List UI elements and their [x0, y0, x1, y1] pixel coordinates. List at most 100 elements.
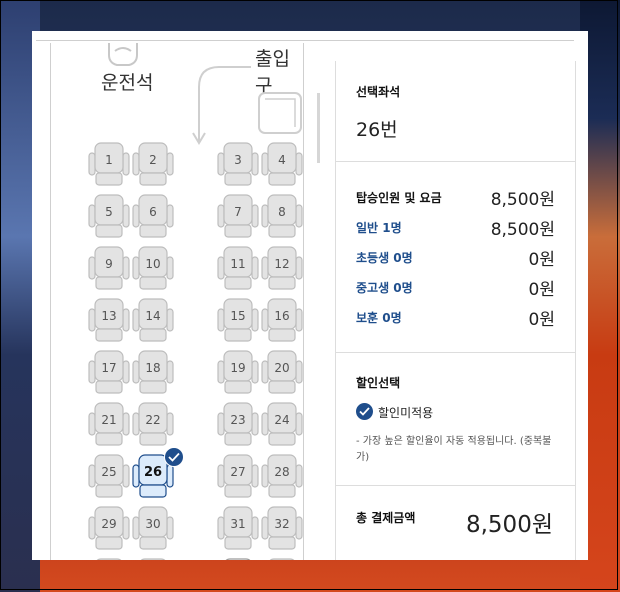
seat-5[interactable]: 5: [86, 193, 132, 239]
booking-summary: 선택좌석 26번 탑승인원 및 요금 8,500원 일반 1명 8,500원 초…: [335, 61, 576, 560]
seat-number: 13: [101, 309, 117, 323]
fare-total-row: 탑승인원 및 요금 8,500원: [356, 185, 555, 210]
discount-title: 할인선택: [356, 376, 401, 390]
seat-icon: [225, 558, 251, 560]
seat-34[interactable]: 34: [130, 557, 176, 560]
seat-14[interactable]: 14: [130, 297, 176, 343]
seat-3[interactable]: 3: [215, 141, 261, 187]
seat-number: 23: [230, 413, 246, 427]
seat-31[interactable]: 31: [215, 505, 261, 551]
seat-number: 4: [278, 153, 286, 167]
selected-check-icon: [164, 447, 184, 467]
entrance-arrow-icon: [192, 66, 302, 145]
fare-total-value: 8,500원: [490, 190, 555, 210]
fare-row-adult: 일반 1명 8,500원: [356, 215, 555, 240]
fare-row-label: 초등생 0명: [356, 251, 413, 265]
seat-icon: [269, 558, 295, 560]
seat-4[interactable]: 4: [259, 141, 305, 187]
seat-25[interactable]: 25: [86, 453, 132, 499]
seat-35[interactable]: 35: [215, 557, 261, 560]
seat-map-scrollbar[interactable]: [317, 93, 320, 163]
seat-1[interactable]: 1: [86, 141, 132, 187]
seat-8[interactable]: 8: [259, 193, 305, 239]
total-label: 총 결제금액: [356, 511, 416, 525]
seat-9[interactable]: 9: [86, 245, 132, 291]
seat-number: 27: [230, 465, 246, 479]
fare-row-label: 일반 1명: [356, 221, 402, 235]
discount-section: 할인선택 할인미적용 - 가장 높은 할인율이 자동 적용됩니다. (중복불가): [336, 352, 575, 486]
seat-20[interactable]: 20: [259, 349, 305, 395]
seat-number: 7: [234, 205, 242, 219]
panel-top-divider: [36, 40, 574, 41]
fare-row-value: 0원: [528, 310, 555, 330]
seat-28[interactable]: 28: [259, 453, 305, 499]
seat-26[interactable]: 26: [130, 447, 184, 499]
seat-23[interactable]: 23: [215, 401, 261, 447]
seat-icon: [96, 558, 122, 560]
seat-36[interactable]: 36: [259, 557, 305, 560]
seat-icon: [140, 558, 166, 560]
seat-number: 3: [234, 153, 242, 167]
seat-number: 32: [274, 517, 290, 531]
seat-number: 1: [105, 153, 113, 167]
seat-16[interactable]: 16: [259, 297, 305, 343]
seat-22[interactable]: 22: [130, 401, 176, 447]
seat-15[interactable]: 15: [215, 297, 261, 343]
seat-10[interactable]: 10: [130, 245, 176, 291]
fare-row-label: 보훈 0명: [356, 311, 402, 325]
seat-number: 31: [230, 517, 246, 531]
fare-title: 탑승인원 및 요금: [356, 191, 442, 205]
seat-number: 30: [145, 517, 161, 531]
seat-number: 8: [278, 205, 286, 219]
seat-17[interactable]: 17: [86, 349, 132, 395]
seat-number: 22: [145, 413, 161, 427]
seat-number: 18: [145, 361, 161, 375]
seat-map: 운전석 출입구 1 2 3 4 5 6 7 8 9 10 11 12 13 14 15 16 17 18 19 20 2…: [50, 43, 320, 560]
seat-number: 21: [101, 413, 117, 427]
total-value: 8,500원: [465, 512, 553, 538]
booking-panel: 운전석 출입구 1 2 3 4 5 6 7 8 9 10 11 12 13 14 15 16 17 18 19 20 2…: [32, 31, 588, 560]
seat-27[interactable]: 27: [215, 453, 261, 499]
seat-7[interactable]: 7: [215, 193, 261, 239]
seat-29[interactable]: 29: [86, 505, 132, 551]
fare-row-label: 중고생 0명: [356, 281, 413, 295]
fare-row-value: 0원: [528, 280, 555, 300]
selected-seat-title: 선택좌석: [356, 85, 401, 99]
seat-11[interactable]: 11: [215, 245, 261, 291]
seat-30[interactable]: 30: [130, 505, 176, 551]
seat-number: 19: [230, 361, 246, 375]
seat-24[interactable]: 24: [259, 401, 305, 447]
seat-number: 6: [149, 205, 157, 219]
fare-row-value: 0원: [528, 250, 555, 270]
seat-number: 25: [101, 465, 117, 479]
fare-row-student: 중고생 0명 0원: [356, 275, 555, 300]
total-section: 총 결제금액 8,500원: [336, 485, 575, 560]
seat-2[interactable]: 2: [130, 141, 176, 187]
seat-number: 16: [274, 309, 290, 323]
seat-19[interactable]: 19: [215, 349, 261, 395]
seat-12[interactable]: 12: [259, 245, 305, 291]
seat-21[interactable]: 21: [86, 401, 132, 447]
fare-section: 탑승인원 및 요금 8,500원 일반 1명 8,500원 초등생 0명 0원 …: [336, 161, 575, 353]
seat-32[interactable]: 32: [259, 505, 305, 551]
discount-checkbox-checked-icon[interactable]: [356, 403, 373, 420]
fare-row-value: 8,500원: [490, 220, 555, 240]
seat-number: 26: [143, 465, 163, 480]
seat-number: 9: [105, 257, 113, 271]
seat-number: 5: [105, 205, 113, 219]
seat-number: 20: [274, 361, 290, 375]
seat-number: 17: [101, 361, 117, 375]
seat-33[interactable]: 33: [86, 557, 132, 560]
seat-13[interactable]: 13: [86, 297, 132, 343]
seat-6[interactable]: 6: [130, 193, 176, 239]
seat-18[interactable]: 18: [130, 349, 176, 395]
selected-seat-section: 선택좌석 26번: [336, 61, 575, 162]
seat-number: 2: [149, 153, 157, 167]
driver-label: 운전석: [101, 72, 154, 94]
discount-option-label[interactable]: 할인미적용: [378, 404, 433, 421]
seat-number: 28: [274, 465, 290, 479]
discount-note: - 가장 높은 할인율이 자동 적용됩니다. (중복불가): [356, 436, 552, 463]
seat-number: 14: [145, 309, 161, 323]
fare-row-elementary: 초등생 0명 0원: [356, 245, 555, 270]
seat-number: 10: [145, 257, 161, 271]
